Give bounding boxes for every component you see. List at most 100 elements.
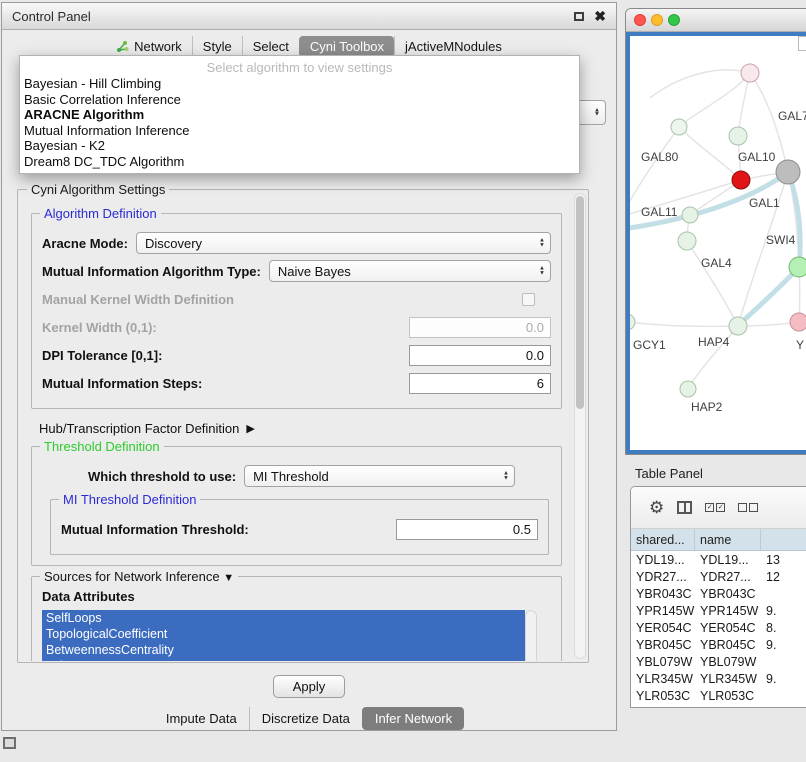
combo-stepper-icon: ▲▼	[539, 267, 545, 276]
table-row[interactable]: YBR043C YBR043C	[631, 585, 806, 602]
table-row[interactable]: YER054C YER054C 8.	[631, 619, 806, 636]
network-node[interactable]	[682, 207, 698, 223]
canvas-scrollbar-corner[interactable]	[798, 36, 806, 51]
expand-right-icon: ▶	[246, 422, 254, 435]
dpi-tolerance-input[interactable]	[409, 345, 551, 366]
dropdown-item-aracne[interactable]: ARACNE Algorithm	[20, 107, 579, 123]
deselect-all-icon[interactable]	[738, 503, 758, 512]
settings-scrollbar-thumb[interactable]	[576, 196, 584, 409]
algorithm-definition-title: Algorithm Definition	[40, 206, 161, 221]
sources-group: Sources for Network Inference ▼ Data Att…	[31, 576, 562, 661]
attribute-list-item[interactable]: SelfLoops	[42, 610, 525, 626]
close-window-icon[interactable]: ✖	[594, 9, 606, 23]
table-row[interactable]: YLR345W YLR345W 9.	[631, 670, 806, 687]
network-node[interactable]	[671, 119, 687, 135]
which-threshold-label: Which threshold to use:	[88, 469, 236, 484]
cell-shared-name: YDR27...	[631, 570, 695, 584]
cell-name: YDR27...	[695, 570, 761, 584]
which-threshold-value: MI Threshold	[253, 469, 329, 484]
attribute-list-item[interactable]: BetweennessCentrality	[42, 642, 525, 658]
dpi-tolerance-label: DPI Tolerance [0,1]:	[42, 348, 162, 363]
sources-group-title[interactable]: Sources for Network Inference ▼	[40, 569, 238, 584]
mi-threshold-input[interactable]	[396, 519, 538, 540]
table-row[interactable]: YDL19... YDL19... 13	[631, 551, 806, 568]
tab-cyni-toolbox[interactable]: Cyni Toolbox	[299, 36, 394, 57]
network-node[interactable]	[630, 314, 635, 330]
which-threshold-row: Which threshold to use: MI Threshold ▲▼	[42, 465, 551, 487]
network-node[interactable]	[741, 64, 759, 82]
table-row[interactable]: YDR27... YDR27... 12	[631, 568, 806, 585]
network-svg: GAL80GAL10GAL7GAL11GAL1SWI4GAL4GCY1HAP4Y…	[630, 36, 806, 454]
cell-name: YDL19...	[695, 553, 761, 567]
mi-algorithm-type-label: Mutual Information Algorithm Type:	[42, 264, 261, 279]
network-node-label: HAP2	[691, 400, 723, 414]
docked-panel-icon[interactable]	[3, 737, 16, 749]
manual-kernel-checkbox[interactable]	[522, 293, 535, 306]
attribute-list-item[interactable]: TopologicalCoefficient	[42, 626, 525, 642]
network-node[interactable]	[789, 257, 806, 277]
hub-section-toggle[interactable]: Hub/Transcription Factor Definition ▶	[39, 421, 564, 436]
close-traffic-light-icon[interactable]	[634, 14, 646, 26]
float-window-icon[interactable]	[574, 12, 584, 21]
which-threshold-select[interactable]: MI Threshold ▲▼	[244, 465, 515, 487]
column-header-extra[interactable]	[761, 529, 806, 550]
data-attributes-label: Data Attributes	[42, 589, 551, 604]
tab-style[interactable]: Style	[192, 36, 242, 57]
kernel-width-row: Kernel Width (0,1):	[42, 316, 551, 338]
network-canvas[interactable]: GAL80GAL10GAL7GAL11GAL1SWI4GAL4GCY1HAP4Y…	[626, 32, 806, 454]
network-node-label: SWI4	[766, 233, 796, 247]
cell-extra: 12	[761, 570, 806, 584]
mi-algorithm-type-select[interactable]: Naive Bayes ▲▼	[269, 260, 551, 282]
table-row[interactable]: YLR053C YLR053C	[631, 687, 806, 704]
column-header-shared-name[interactable]: shared...	[631, 529, 695, 550]
network-node[interactable]	[776, 160, 800, 184]
cell-name: YBR045C	[695, 638, 761, 652]
tab-network[interactable]: Network	[106, 36, 192, 57]
dropdown-item-dream8[interactable]: Dream8 DC_TDC Algorithm	[20, 154, 579, 170]
cell-shared-name: YBL079W	[631, 655, 695, 669]
network-node[interactable]	[729, 127, 747, 145]
network-node[interactable]	[732, 171, 750, 189]
tab-jactivemnodules[interactable]: jActiveMNodules	[394, 36, 512, 57]
network-node[interactable]	[678, 232, 696, 250]
dropdown-item-bayesian-k2[interactable]: Bayesian - K2	[20, 138, 579, 154]
tab-label: Select	[253, 39, 289, 54]
settings-scrollbar[interactable]	[574, 193, 586, 659]
table-row[interactable]: YBR045C YBR045C 9.	[631, 636, 806, 653]
tab-select[interactable]: Select	[242, 36, 299, 57]
tab-discretize-data[interactable]: Discretize Data	[249, 707, 362, 730]
kernel-width-input[interactable]	[409, 317, 551, 338]
table-row[interactable]: YPR145W YPR145W 9.	[631, 602, 806, 619]
control-panel-titlebar[interactable]: Control Panel ✖	[2, 3, 616, 30]
zoom-traffic-light-icon[interactable]	[668, 14, 680, 26]
unchecked-box-icon	[738, 503, 747, 512]
gear-icon[interactable]: ⚙	[649, 499, 664, 516]
network-node[interactable]	[790, 313, 806, 331]
dropdown-item-basic-correlation[interactable]: Basic Correlation Inference	[20, 92, 579, 108]
attribute-list-item[interactable]: gal4RGexp	[42, 658, 525, 661]
network-window-titlebar[interactable]	[626, 9, 806, 32]
apply-button[interactable]: Apply	[273, 675, 345, 698]
table-row[interactable]: YBL079W YBL079W	[631, 653, 806, 670]
dropdown-item-mutual-information[interactable]: Mutual Information Inference	[20, 123, 579, 139]
mi-steps-input[interactable]	[409, 373, 551, 394]
tab-impute-data[interactable]: Impute Data	[154, 707, 249, 730]
network-node[interactable]	[680, 381, 696, 397]
data-attributes-list: SelfLoops TopologicalCoefficient Between…	[42, 610, 537, 661]
select-all-icon[interactable]: ✓ ✓	[705, 503, 725, 512]
aracne-mode-select[interactable]: Discovery ▲▼	[136, 232, 551, 254]
minimize-traffic-light-icon[interactable]	[651, 14, 663, 26]
cell-name: YBL079W	[695, 655, 761, 669]
column-grid-icon[interactable]	[677, 501, 692, 514]
cell-shared-name: YBR045C	[631, 638, 695, 652]
column-header-name[interactable]: name	[695, 529, 761, 550]
tab-infer-network[interactable]: Infer Network	[362, 707, 464, 730]
cell-name: YBR043C	[695, 587, 761, 601]
mi-threshold-label: Mutual Information Threshold:	[61, 522, 249, 537]
dropdown-item-bayesian-hill-climbing[interactable]: Bayesian - Hill Climbing	[20, 76, 579, 92]
mi-algorithm-type-value: Naive Bayes	[278, 264, 351, 279]
network-node[interactable]	[729, 317, 747, 335]
cell-shared-name: YDL19...	[631, 553, 695, 567]
cell-name: YPR145W	[695, 604, 761, 618]
attributes-list-scrollbar[interactable]	[525, 610, 537, 661]
